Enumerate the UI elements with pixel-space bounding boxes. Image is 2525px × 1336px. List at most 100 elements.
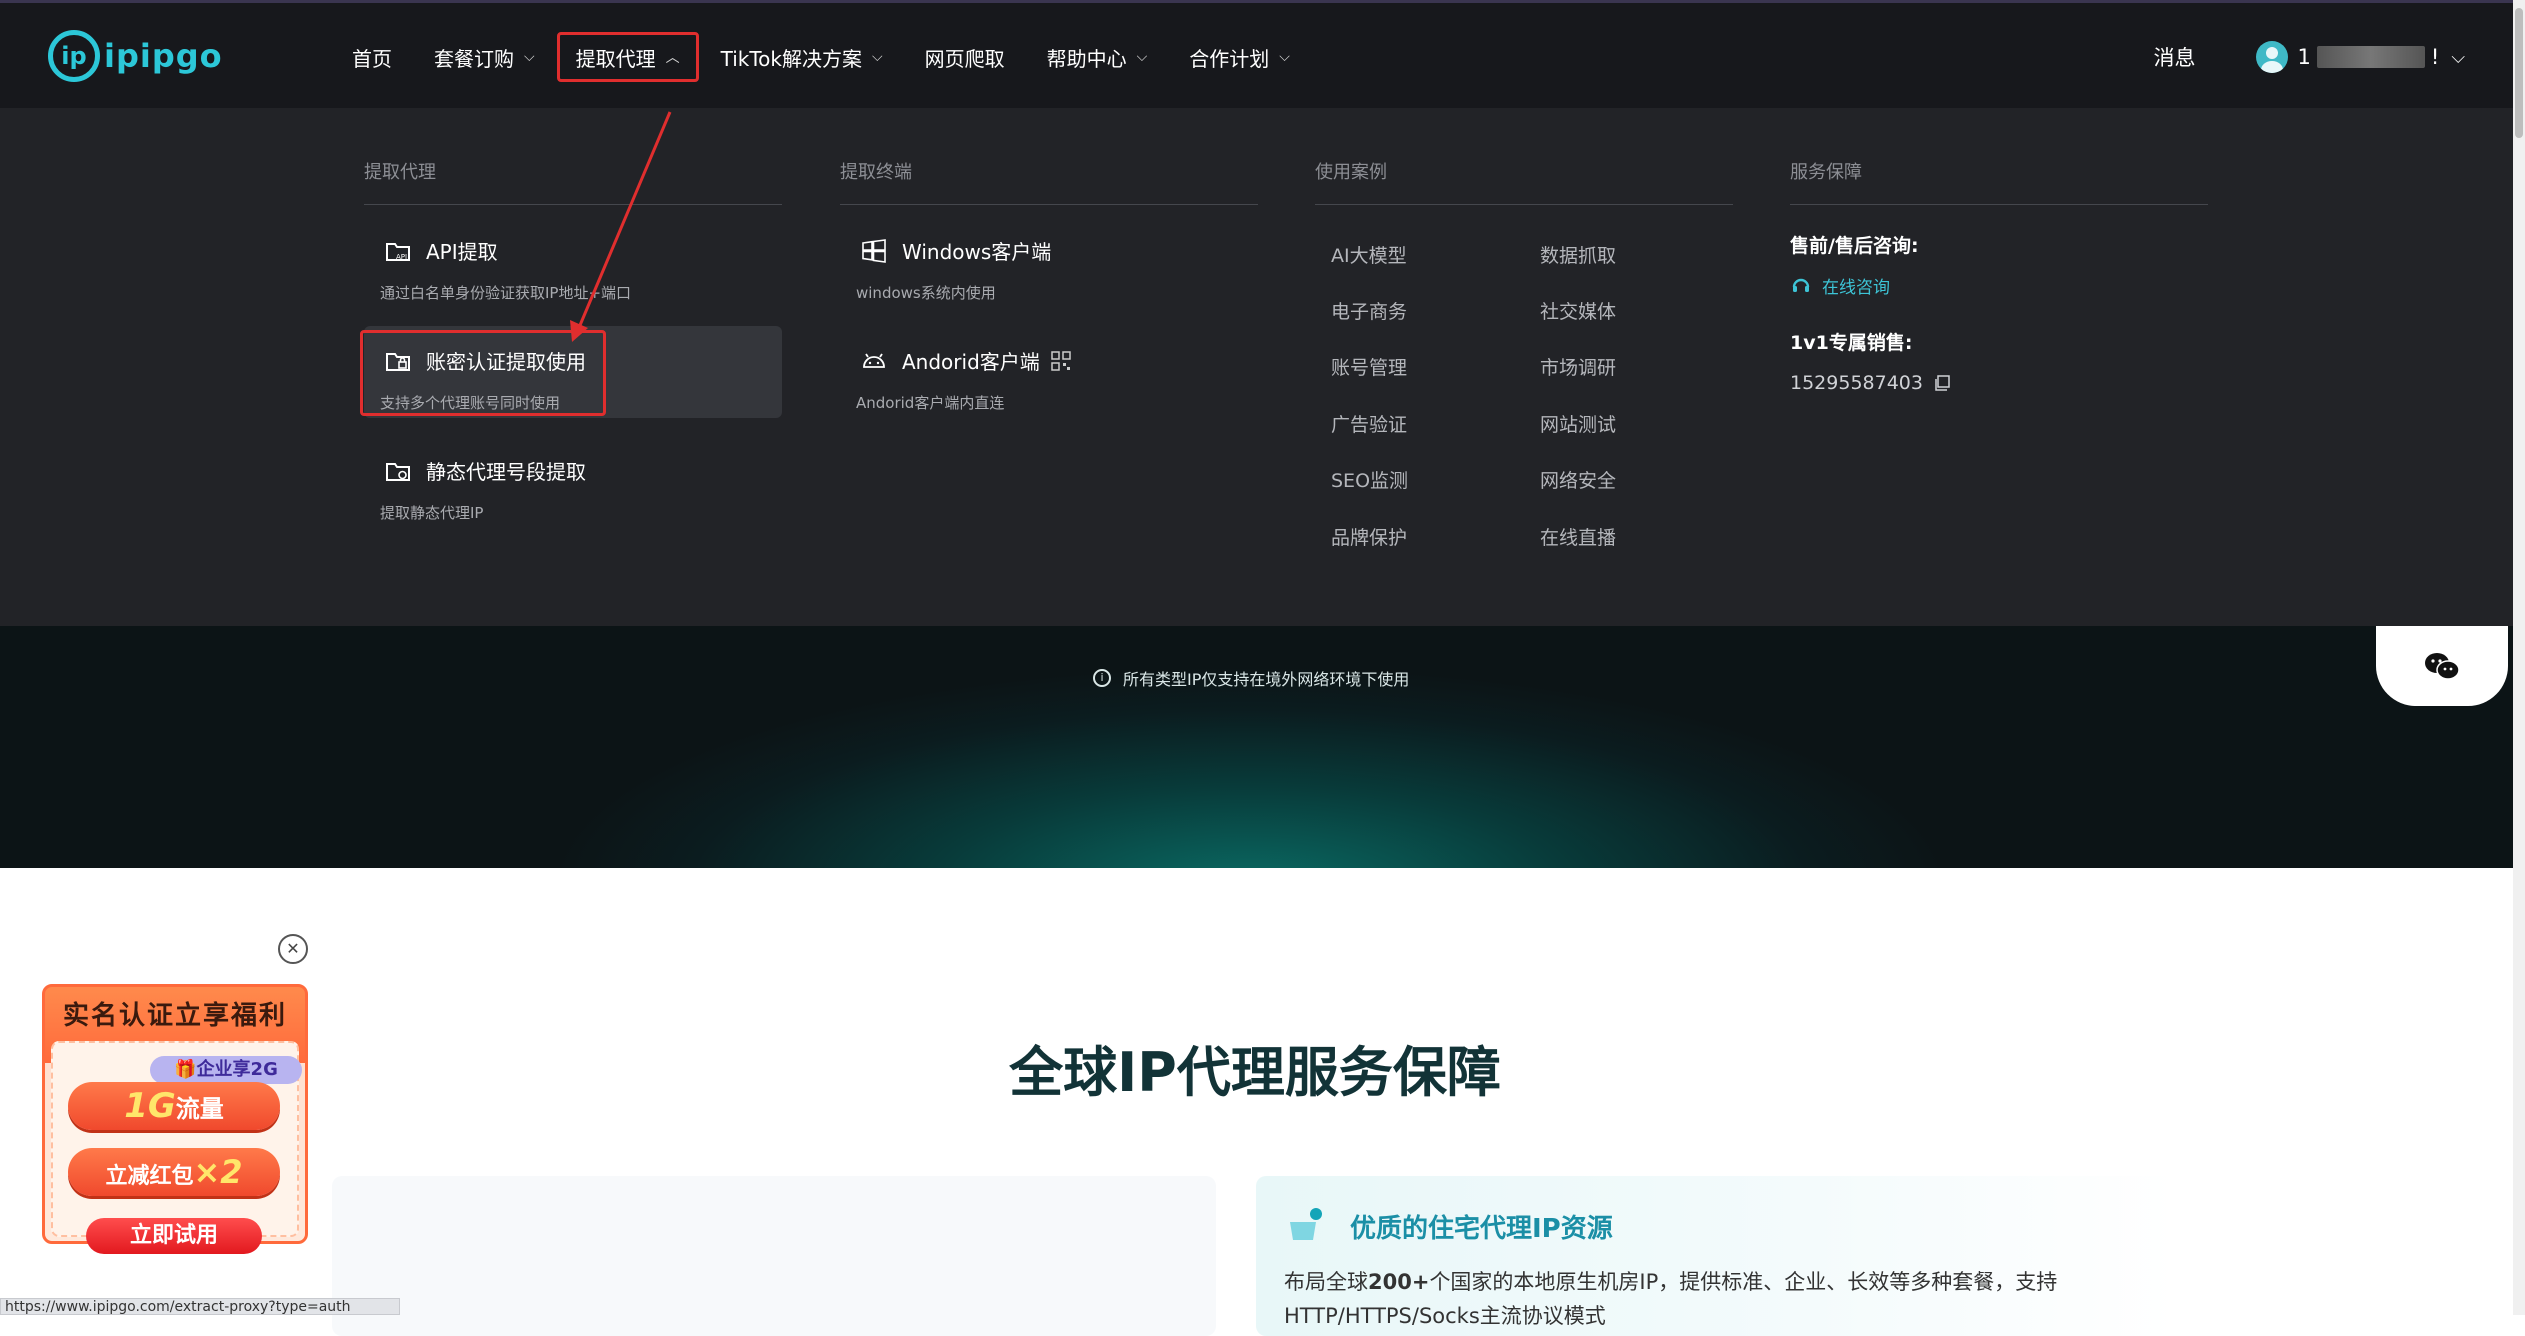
- menu-item-desc: windows系统内使用: [856, 284, 996, 302]
- username-redacted: [2316, 46, 2425, 68]
- nav-web-scraping[interactable]: 网页爬取: [905, 32, 1025, 82]
- menu-col-title: 提取终端: [840, 158, 1258, 205]
- usecase-account-mgmt[interactable]: 账号管理: [1331, 353, 1407, 380]
- android-icon: [863, 353, 885, 368]
- promo-enterprise-tag: 🎁企业享2G: [150, 1056, 302, 1084]
- usecase-market-research[interactable]: 市场调研: [1540, 353, 1616, 380]
- nav-tiktok-label: TikTok解决方案: [720, 46, 863, 71]
- wechat-icon: [2425, 653, 2460, 680]
- usecase-ecommerce[interactable]: 电子商务: [1331, 297, 1407, 324]
- usecase-ai-model[interactable]: AI大模型: [1331, 241, 1407, 268]
- menu-col-use-cases: 使用案例: [1315, 158, 1733, 205]
- menu-item-title: API提取: [426, 240, 498, 264]
- nav-extract-proxy-label: 提取代理: [575, 46, 656, 71]
- usecase-ad-verification[interactable]: 广告验证: [1331, 410, 1407, 437]
- nav-help-center[interactable]: 帮助中心 ⌵: [1027, 32, 1168, 82]
- api-folder-icon: API: [386, 242, 410, 261]
- page-scrollbar[interactable]: [2513, 0, 2525, 1315]
- promo-close-icon[interactable]: ✕: [278, 934, 308, 964]
- sales-phone: 15295587403: [1790, 372, 1951, 394]
- copy-icon[interactable]: [1933, 374, 1951, 392]
- promo-try-now-button[interactable]: 立即试用: [86, 1218, 262, 1254]
- online-consult-label: 在线咨询: [1822, 278, 1890, 298]
- usecase-network-security[interactable]: 网络安全: [1540, 466, 1616, 493]
- nav-partner-program[interactable]: 合作计划 ⌵: [1169, 32, 1310, 82]
- logo[interactable]: ip ipipgo: [48, 27, 223, 85]
- avatar[interactable]: [2255, 41, 2288, 73]
- promo-coupon-pill: 立减红包×2: [68, 1148, 280, 1196]
- hero-note: i 所有类型IP仅支持在境外网络环境下使用: [1093, 666, 1409, 690]
- username-prefix: 1: [2297, 45, 2311, 69]
- main-nav: 首页 套餐订购 ⌵ 提取代理 ︿ TikTok解决方案 ⌵ 网页爬取 帮助中心 ⌵ 合作…: [332, 29, 1312, 85]
- static-folder-icon: [386, 462, 410, 481]
- sales-label: 1v1专属销售:: [1790, 332, 1913, 354]
- usecase-data-scraping[interactable]: 数据抓取: [1540, 241, 1616, 268]
- status-bar-url: https://www.ipipgo.com/extract-proxy?typ…: [0, 1298, 400, 1315]
- menu-col-terminal: 提取终端 Windows客户端 windows系统内使用 Andorid客户端 …: [840, 158, 1258, 412]
- promo-tag-text: 企业享2G: [196, 1059, 278, 1080]
- nav-home[interactable]: 首页: [332, 32, 412, 82]
- hero-banner: i 所有类型IP仅支持在境外网络环境下使用: [0, 626, 2525, 868]
- svg-text:API: API: [396, 253, 407, 261]
- sales-phone-number: 15295587403: [1790, 372, 1923, 394]
- chevron-down-icon: ⌵: [1279, 49, 1290, 65]
- nav-tiktok[interactable]: TikTok解决方案 ⌵: [701, 32, 903, 82]
- messages-link[interactable]: 消息: [2154, 42, 2196, 72]
- usecase-site-testing[interactable]: 网站测试: [1540, 410, 1616, 437]
- feature-desc-a: 布局全球: [1284, 1270, 1368, 1294]
- nav-plans[interactable]: 套餐订购 ⌵: [414, 32, 555, 82]
- menu-item-title: Andorid客户端: [902, 350, 1040, 374]
- user-menu-chevron-icon[interactable]: ⌵: [2451, 47, 2465, 68]
- top-navbar: ip ipipgo 首页 套餐订购 ⌵ 提取代理 ︿ TikTok解决方案 ⌵ 网页爬…: [0, 0, 2525, 111]
- menu-item-android-client[interactable]: Andorid客户端 Andorid客户端内直连: [840, 326, 1258, 418]
- menu-item-windows-client[interactable]: Windows客户端 windows系统内使用: [840, 216, 1258, 308]
- promo-headline: 实名认证立享福利: [62, 1001, 287, 1031]
- feature-desc-b: 200+: [1368, 1270, 1430, 1294]
- promo-coupon-mult: ×2: [193, 1153, 243, 1191]
- nav-web-scraping-label: 网页爬取: [924, 46, 1005, 71]
- menu-col-title: 服务保障: [1790, 158, 2208, 205]
- promo-traffic-unit: 流量: [175, 1095, 224, 1123]
- feature-desc-c: 个国家的本地原生机房IP，提供标准、企业、长效等多种套餐，支持: [1429, 1270, 2058, 1294]
- usecase-live-streaming[interactable]: 在线直播: [1540, 523, 1616, 550]
- annotation-arrow: [570, 111, 672, 342]
- headset-icon: [1792, 278, 1810, 292]
- wechat-float-button[interactable]: [2376, 626, 2508, 706]
- chevron-down-icon: ⌵: [524, 49, 535, 65]
- usecase-seo-monitoring[interactable]: SEO监测: [1331, 466, 1408, 493]
- qr-code-icon[interactable]: [1050, 350, 1072, 372]
- usecase-social-media[interactable]: 社交媒体: [1540, 297, 1616, 324]
- presale-label: 售前/售后咨询:: [1790, 235, 1919, 257]
- feature-desc-line2: HTTP/HTTPS/Socks主流协议模式: [1284, 1304, 1606, 1328]
- feature-title: 优质的住宅代理IP资源: [1350, 1214, 1613, 1244]
- section-title: 全球IP代理服务保障: [1009, 1041, 1501, 1104]
- windows-icon: [862, 238, 886, 263]
- nav-partner-program-label: 合作计划: [1189, 46, 1270, 71]
- nav-extract-proxy[interactable]: 提取代理 ︿: [556, 32, 699, 82]
- usecase-brand-protection[interactable]: 品牌保护: [1331, 523, 1407, 550]
- extract-proxy-dropdown: 提取代理 API API提取 通过白名单身份验证获取IP地址+端口 账密认证提取…: [0, 108, 2525, 626]
- menu-col-title: 使用案例: [1315, 158, 1733, 205]
- username-suffix: !: [2430, 45, 2440, 69]
- feature-card-left: [332, 1176, 1216, 1336]
- menu-item-title: Windows客户端: [902, 240, 1052, 264]
- lock-folder-icon: [386, 352, 410, 371]
- promo-coupon-text: 立减红包: [105, 1164, 194, 1189]
- nav-home-label: 首页: [352, 46, 392, 71]
- menu-item-desc: 提取静态代理IP: [380, 504, 484, 522]
- gift-icon: 🎁: [174, 1059, 197, 1080]
- online-consult-link[interactable]: 在线咨询: [1790, 273, 1890, 298]
- logo-mark-icon: ip: [48, 30, 100, 82]
- menu-item-title: 静态代理号段提取: [426, 460, 586, 484]
- promo-traffic-pill: 1G流量: [68, 1082, 280, 1130]
- logo-text: ipipgo: [104, 37, 223, 75]
- residential-proxy-icon: [1290, 1208, 1322, 1240]
- menu-item-static-segment[interactable]: 静态代理号段提取 提取静态代理IP: [364, 436, 782, 528]
- feature-desc: 布局全球200+个国家的本地原生机房IP，提供标准、企业、长效等多种套餐，支持: [1284, 1266, 2057, 1296]
- nav-help-center-label: 帮助中心: [1046, 46, 1127, 71]
- info-icon: i: [1093, 669, 1111, 687]
- hero-note-text: 所有类型IP仅支持在境外网络环境下使用: [1123, 670, 1410, 689]
- feature-card-residential: 优质的住宅代理IP资源 布局全球200+个国家的本地原生机房IP，提供标准、企业…: [1256, 1176, 2176, 1336]
- scrollbar-thumb[interactable]: [2515, 8, 2523, 138]
- nav-right: 消息 1 ! ⌵: [2154, 29, 2465, 85]
